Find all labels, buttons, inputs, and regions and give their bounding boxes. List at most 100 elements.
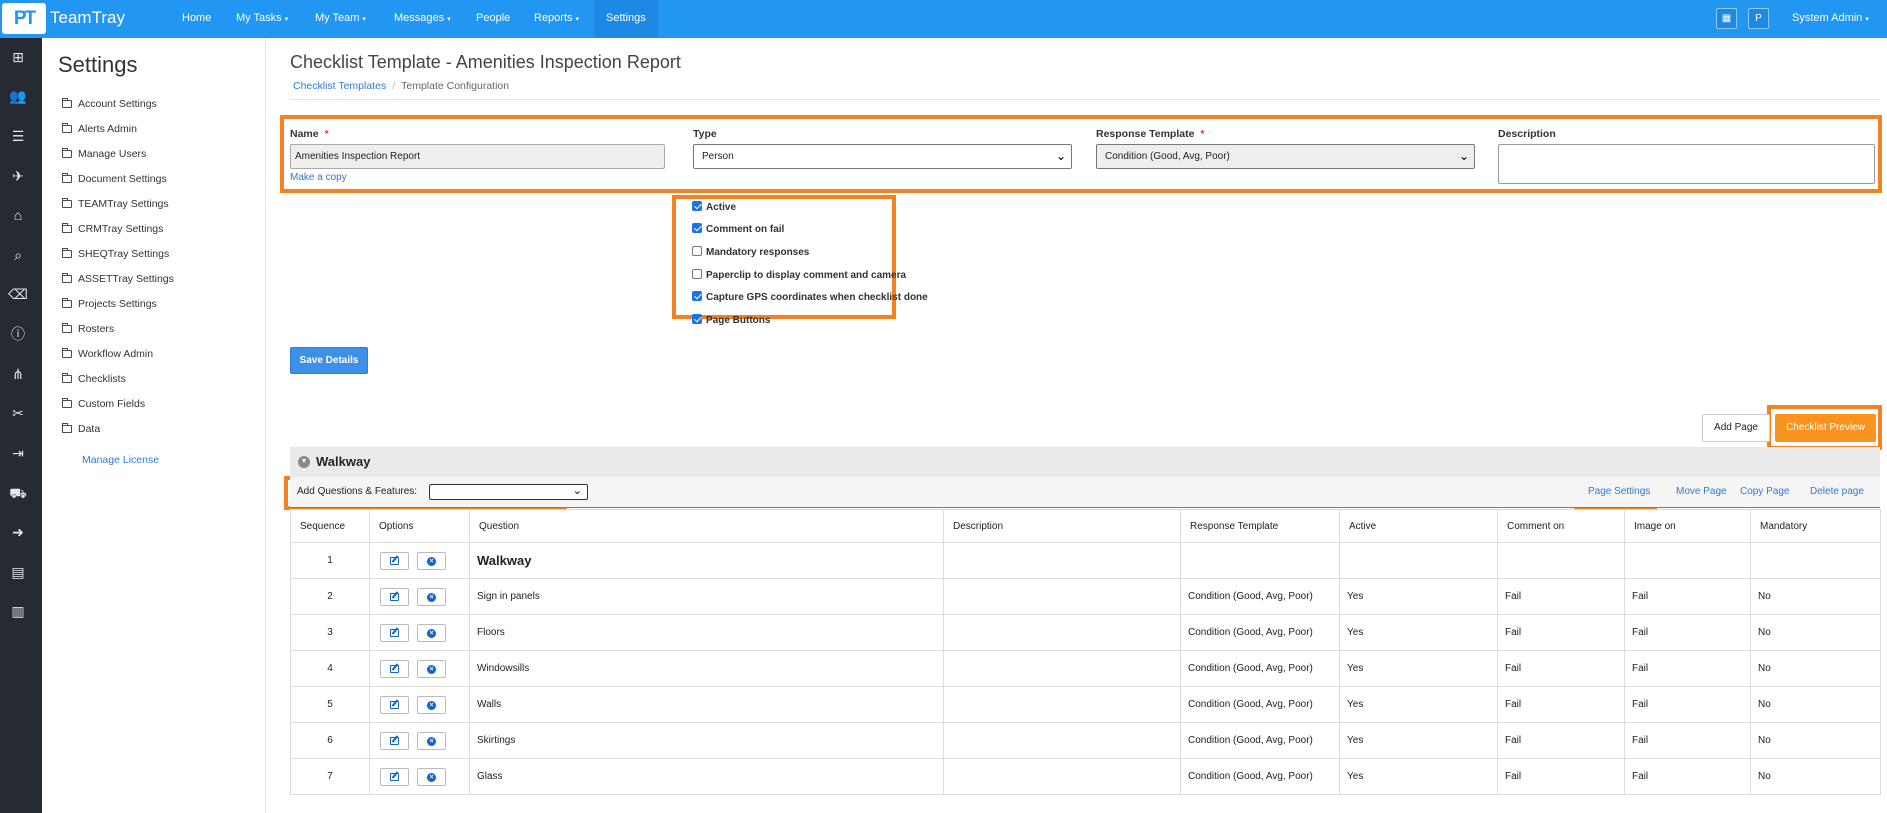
nav-my-tasks[interactable]: My Tasks ▾	[236, 0, 288, 38]
delete-button[interactable]: ×	[417, 659, 446, 678]
book-icon[interactable]: ▥	[0, 601, 36, 621]
dashboard-icon[interactable]: ⊞	[0, 47, 36, 67]
sidebar-item-workflow-admin[interactable]: Workflow Admin	[62, 348, 153, 360]
caret-down-icon: ▾	[575, 16, 580, 23]
tray-icon[interactable]: ☰	[0, 126, 36, 146]
tools-icon[interactable]: ✂	[0, 403, 36, 423]
delete-button[interactable]: ×	[417, 623, 446, 642]
copy-page-link[interactable]: Copy Page	[1740, 486, 1789, 497]
delete-button[interactable]: ×	[417, 551, 446, 570]
checkbox-box[interactable]	[692, 223, 702, 233]
cell-response-template: Condition (Good, Avg, Poor)	[1180, 686, 1340, 723]
edit-button[interactable]	[380, 623, 409, 642]
main-content: Checklist Template - Amenities Inspectio…	[266, 38, 1887, 813]
sidebar-item-custom-fields[interactable]: Custom Fields	[62, 398, 145, 410]
add-page-button[interactable]: Add Page	[1702, 414, 1770, 442]
nav-my-team[interactable]: My Team ▾	[315, 0, 366, 38]
sidebar-item-assettray-settings[interactable]: ASSETTray Settings	[62, 273, 174, 285]
user-menu[interactable]: System Admin ▾	[1792, 0, 1869, 38]
teamtray-logo[interactable]: PT	[2, 3, 46, 34]
type-select[interactable]: Person ⌄	[693, 144, 1072, 169]
collapse-chevron-icon[interactable]: ▼	[298, 456, 310, 468]
sidebar-item-sheqtray-settings[interactable]: SHEQTray Settings	[62, 248, 169, 260]
delete-page-link[interactable]: Delete page	[1810, 486, 1864, 497]
column-header: Active	[1339, 509, 1498, 543]
nav-reports[interactable]: Reports ▾	[534, 0, 579, 38]
nav-settings[interactable]: Settings	[594, 0, 658, 38]
checkbox-box[interactable]	[692, 314, 702, 324]
page-toolbar: Add Questions & Features: ⌄ Page Setting…	[290, 477, 1880, 508]
truck-icon[interactable]: ⛟	[0, 483, 36, 503]
sidebar-item-manage-users[interactable]: Manage Users	[62, 148, 146, 160]
checkbox-paperclip[interactable]: Paperclip to display comment and camera	[692, 269, 906, 281]
eraser-icon[interactable]: ⌫	[0, 284, 36, 304]
grid-icon[interactable]: ▦	[1716, 8, 1737, 29]
sidebar-item-account-settings[interactable]: Account Settings	[62, 98, 157, 110]
description-textarea[interactable]	[1498, 144, 1875, 184]
arrow-right-icon[interactable]: ➜	[0, 522, 36, 542]
nav-people[interactable]: People	[476, 0, 510, 36]
table-row: 6 × Skirtings Condition (Good, Avg, Poor…	[290, 722, 1881, 759]
move-page-link[interactable]: Move Page	[1676, 486, 1727, 497]
folder-icon	[62, 98, 72, 108]
checkbox-box[interactable]	[692, 291, 702, 301]
home-icon[interactable]: ⌂	[0, 205, 36, 225]
sidebar-item-teamtray-settings[interactable]: TEAMTray Settings	[62, 198, 169, 210]
save-details-button[interactable]: Save Details	[290, 347, 368, 374]
checkbox-box[interactable]	[692, 246, 702, 256]
calendar-icon[interactable]: ▤	[0, 562, 36, 582]
delete-button[interactable]: ×	[417, 587, 446, 606]
checklist-preview-button[interactable]: Checklist Preview	[1775, 414, 1876, 442]
checkbox-mandatory-responses[interactable]: Mandatory responses	[692, 246, 809, 258]
nav-messages[interactable]: Messages ▾	[394, 0, 451, 38]
delete-button[interactable]: ×	[417, 767, 446, 786]
cell-comment-on: Fail	[1497, 722, 1625, 759]
nav-home[interactable]: Home	[182, 0, 211, 36]
sidebar-item-crmtray-settings[interactable]: CRMTray Settings	[62, 223, 163, 235]
login-icon[interactable]: ⇥	[0, 443, 36, 463]
sidebar-item-rosters[interactable]: Rosters	[62, 323, 114, 335]
sitemap-icon[interactable]: ⋔	[0, 364, 36, 384]
make-copy-link[interactable]: Make a copy	[290, 172, 347, 183]
delete-button[interactable]: ×	[417, 695, 446, 714]
checkbox-comment-on-fail[interactable]: Comment on fail	[692, 223, 784, 235]
cell-sequence: 4	[290, 650, 370, 687]
column-header: Image on	[1624, 509, 1751, 543]
checkbox-box[interactable]	[692, 201, 702, 211]
edit-button[interactable]	[380, 587, 409, 606]
checkbox-box[interactable]	[692, 269, 702, 279]
edit-button[interactable]	[380, 695, 409, 714]
sidebar-item-alerts-admin[interactable]: Alerts Admin	[62, 123, 137, 135]
edit-button[interactable]	[380, 551, 409, 570]
info-icon[interactable]: ⓘ	[0, 324, 36, 344]
checkbox-page-buttons[interactable]: Page Buttons	[692, 314, 770, 326]
cell-mandatory: No	[1750, 686, 1881, 723]
plane-icon[interactable]: ✈	[0, 166, 36, 186]
type-label: Type	[693, 128, 717, 140]
sidebar-item-document-settings[interactable]: Document Settings	[62, 173, 167, 185]
response-template-select[interactable]: Condition (Good, Avg, Poor) ⌄	[1096, 144, 1475, 169]
manage-license-link[interactable]: Manage License	[82, 454, 159, 466]
cell-mandatory: No	[1750, 614, 1881, 651]
edit-button[interactable]	[380, 767, 409, 786]
required-mark: *	[1200, 128, 1205, 140]
add-questions-select[interactable]: ⌄	[429, 484, 588, 500]
search-icon[interactable]: ⌕	[0, 245, 36, 265]
app-name[interactable]: TeamTray	[50, 0, 125, 36]
sidebar-item-data[interactable]: Data	[62, 423, 100, 435]
delete-button[interactable]: ×	[417, 731, 446, 750]
sidebar-item-checklists[interactable]: Checklists	[62, 373, 126, 385]
sidebar-item-projects-settings[interactable]: Projects Settings	[62, 298, 157, 310]
cell-comment-on: Fail	[1497, 614, 1625, 651]
checkbox-active[interactable]: Active	[692, 201, 736, 213]
breadcrumb-checklist-templates[interactable]: Checklist Templates	[293, 80, 386, 92]
avatar[interactable]: P	[1748, 8, 1769, 29]
cell-mandatory: No	[1750, 578, 1881, 615]
edit-button[interactable]	[380, 659, 409, 678]
checkbox-capture-gps[interactable]: Capture GPS coordinates when checklist d…	[692, 291, 928, 303]
users-icon[interactable]: 👥	[0, 86, 36, 106]
page-settings-link[interactable]: Page Settings	[1588, 486, 1650, 497]
name-input[interactable]: Amenities Inspection Report	[290, 144, 665, 169]
edit-button[interactable]	[380, 731, 409, 750]
delete-icon: ×	[427, 628, 436, 638]
